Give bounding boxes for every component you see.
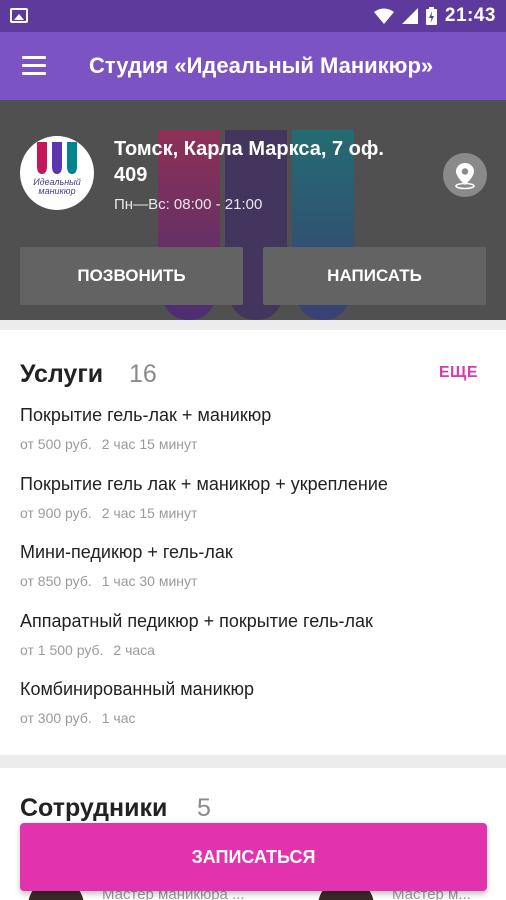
service-duration: 2 час 15 минут (101, 436, 198, 452)
logo-mark-icon (37, 142, 77, 174)
service-item[interactable]: Комбинированный маникюр от 300 руб. 1 час (20, 679, 490, 726)
map-button[interactable] (443, 153, 487, 197)
service-duration: 2 часа (113, 642, 155, 658)
call-button[interactable]: ПОЗВОНИТЬ (20, 247, 243, 305)
studio-header: Идеальный маникюр Томск, Карла Маркса, 7… (0, 100, 506, 320)
map-pin-icon (455, 163, 475, 190)
service-meta: от 500 руб. 2 час 15 минут (20, 436, 490, 452)
battery-charging-icon (425, 7, 437, 25)
service-price: от 1 500 руб. (20, 642, 104, 658)
services-title: Услуги (20, 360, 104, 388)
service-name: Покрытие гель лак + маникюр + укрепление (20, 474, 388, 494)
services-card: Услуги 16 ЕЩЕ Покрытие гель-лак + маникю… (0, 330, 506, 755)
service-item[interactable]: Покрытие гель-лак + маникюр от 500 руб. 2… (20, 405, 490, 452)
logo-text-line2: маникюр (38, 186, 76, 196)
service-duration: 1 час (101, 710, 136, 726)
status-time: 21:43 (444, 5, 496, 26)
studio-address: Томск, Карла Маркса, 7 оф. 409 (114, 138, 384, 186)
service-name: Мини-педикюр + гель-лак (20, 542, 233, 562)
service-meta: от 850 руб. 1 час 30 минут (20, 573, 490, 589)
service-item[interactable]: Покрытие гель лак + маникюр + укрепление… (20, 474, 490, 521)
service-name: Аппаратный педикюр + покрытие гель-лак (20, 611, 373, 631)
service-item[interactable]: Мини-педикюр + гель-лак от 850 руб. 1 час… (20, 542, 490, 589)
service-price: от 500 руб. (20, 436, 92, 452)
service-price: от 300 руб. (20, 710, 92, 726)
service-meta: от 300 руб. 1 час (20, 710, 490, 726)
studio-hours: Пн—Вс: 08:00 - 21:00 (114, 196, 263, 213)
services-more-link[interactable]: ЕЩЕ (439, 364, 478, 382)
studio-logo: Идеальный маникюр (20, 136, 94, 210)
wifi-icon (373, 8, 394, 24)
service-name: Покрытие гель-лак + маникюр (20, 405, 272, 425)
service-price: от 900 руб. (20, 505, 92, 521)
service-name: Комбинированный маникюр (20, 679, 255, 699)
status-bar: 21:43 (0, 0, 506, 32)
write-button[interactable]: НАПИСАТЬ (263, 247, 486, 305)
menu-icon[interactable] (22, 56, 46, 76)
service-item[interactable]: Аппаратный педикюр + покрытие гель-лак о… (20, 611, 490, 658)
screen: 21:43 Студия «Идеальный Маникюр» Идеальн… (0, 0, 506, 900)
service-meta: от 1 500 руб. 2 часа (20, 642, 490, 658)
service-duration: 1 час 30 минут (101, 573, 198, 589)
service-price: от 850 руб. (20, 573, 92, 589)
book-button[interactable]: ЗАПИСАТЬСЯ (20, 823, 487, 891)
cell-signal-icon (401, 8, 418, 24)
staff-count: 5 (197, 794, 211, 822)
service-duration: 2 час 15 минут (101, 505, 198, 521)
services-count: 16 (129, 360, 157, 388)
staff-title: Сотрудники (20, 794, 168, 822)
app-bar: Студия «Идеальный Маникюр» (0, 32, 506, 100)
logo-text: Идеальный маникюр (20, 178, 94, 196)
service-meta: от 900 руб. 2 час 15 минут (20, 505, 490, 521)
app-title: Студия «Идеальный Маникюр» (89, 53, 434, 78)
image-notification-icon (10, 8, 28, 23)
